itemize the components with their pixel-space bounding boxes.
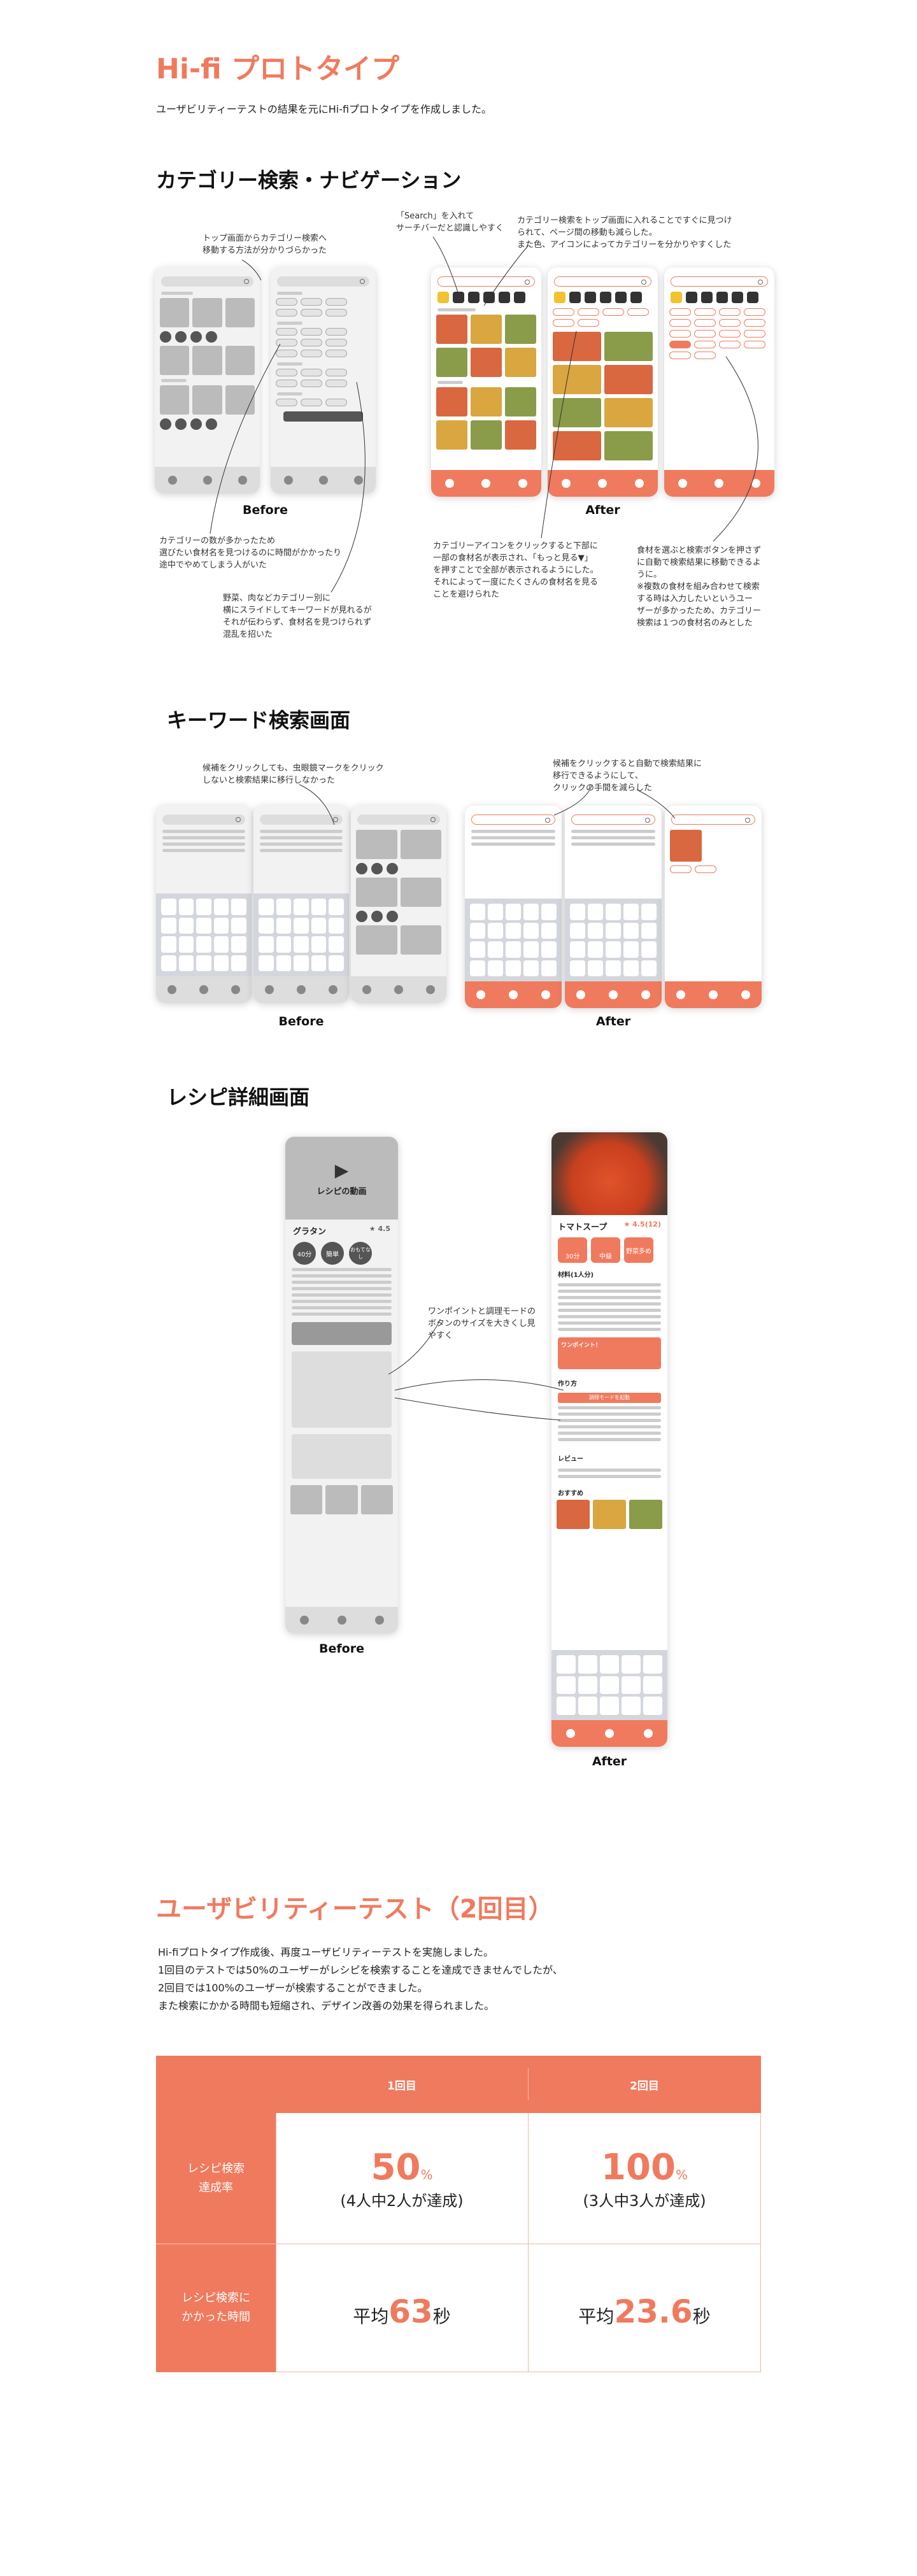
test-paragraph-line: また検索にかかる時間も短縮され、デザイン改善の効果を得られました。: [158, 2000, 495, 2012]
r2c2-unit: 秒: [692, 2306, 711, 2327]
recipe-connector-lines: [388, 1321, 564, 1421]
recipe-after-label: After: [592, 1754, 627, 1768]
test-paragraph-line: 1回目のテストでは50%のユーザーがレシピを検索することを達成できませんでしたが…: [158, 1964, 563, 1976]
cell-r1c1: 50% (4人中2人が達成): [276, 2113, 528, 2244]
r1c2-sub: (3人中3人が達成): [583, 2191, 706, 2210]
r1c2-number: 100: [601, 2146, 676, 2188]
cell-r1c2: 100% (3人中3人が達成): [528, 2113, 761, 2244]
r1c1-number: 50: [371, 2146, 421, 2188]
test-heading: ユーザビリティーテスト（2回目）: [156, 1895, 554, 1924]
r1c2-unit: %: [675, 2167, 688, 2182]
test-paragraph: Hi-fiプロトタイプ作成後、再度ユーザビリティーテストを実施しました。 1回目…: [158, 1944, 563, 2015]
table-row-2-label: レシピ検索に かかった時間: [181, 2291, 250, 2324]
table-row-1-label: レシピ検索 達成率: [187, 2161, 245, 2195]
r2c2-pre: 平均: [578, 2306, 615, 2327]
results-table: 1回目 2回目 レシピ検索 達成率 レシピ検索に かかった時間 50% (4人中…: [156, 2056, 761, 2372]
r1c1-sub: (4人中2人が達成): [340, 2191, 464, 2210]
r2c1-unit: 秒: [432, 2306, 451, 2327]
cell-r2c1: 平均 63 秒: [276, 2244, 528, 2372]
test-paragraph-line: 2回目では100%のユーザーが検索することができました。: [158, 1982, 428, 1994]
r2c1-pre: 平均: [353, 2306, 389, 2327]
r2c2-number: 23.6: [614, 2293, 693, 2330]
recommend-label: おすすめ: [558, 1490, 583, 1497]
recipe-before-label: Before: [319, 1642, 364, 1656]
table-col-1: 1回目: [387, 2079, 416, 2093]
r1c1-unit: %: [420, 2167, 433, 2182]
cell-r2c2: 平均 23.6 秒: [528, 2244, 761, 2372]
table-col-2: 2回目: [630, 2079, 659, 2093]
r2c1-number: 63: [388, 2293, 433, 2330]
test-paragraph-line: Hi-fiプロトタイプ作成後、再度ユーザビリティーテストを実施しました。: [158, 1946, 494, 1958]
